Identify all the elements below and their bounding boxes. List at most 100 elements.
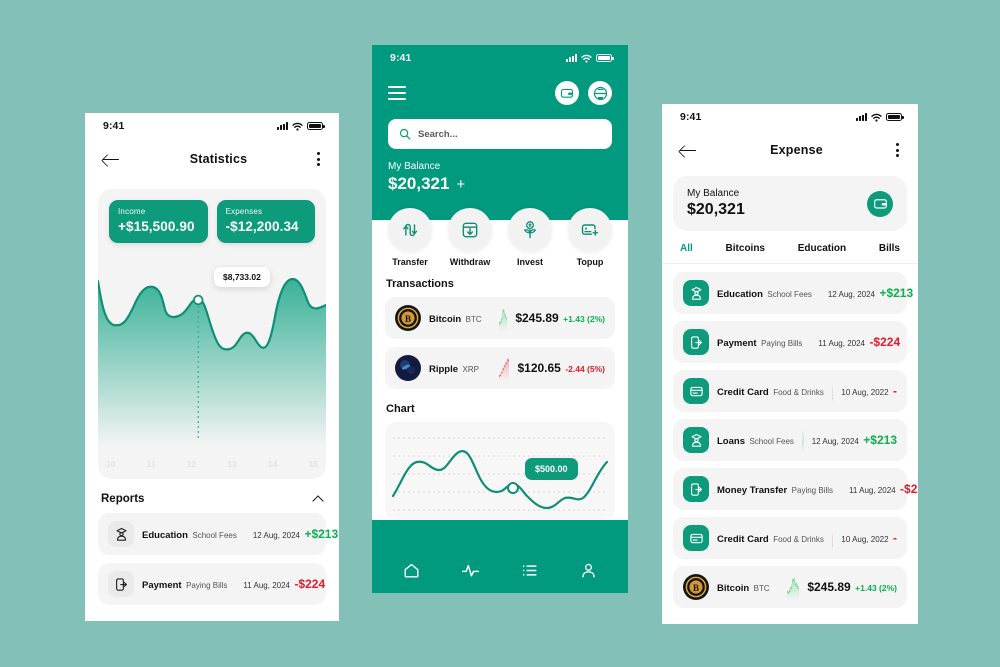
activity-pulse-icon[interactable] xyxy=(451,555,491,585)
graduation-person-icon xyxy=(108,521,134,547)
svg-text:B: B xyxy=(693,583,699,593)
tab-education[interactable]: Education xyxy=(798,243,846,254)
action-label: Withdraw xyxy=(449,257,491,267)
list-item[interactable]: Credit Card Food & Drinks 10 Aug, 2022 - xyxy=(673,517,907,559)
item-subtitle: Paying Bills xyxy=(186,581,228,590)
balance-label: My Balance xyxy=(388,161,441,172)
statistics-panel: Income +$15,500.90 Expenses -$12,200.34 xyxy=(98,189,326,479)
item-date: 11 Aug, 2024 xyxy=(818,339,865,348)
item-date: 12 Aug, 2024 xyxy=(811,437,859,446)
statistics-area-chart: $8,733.02 xyxy=(98,267,326,479)
kebab-menu-icon[interactable] xyxy=(317,152,321,166)
item-date: 10 Aug, 2022 xyxy=(841,388,889,397)
item-amount: - xyxy=(893,384,897,398)
expense-list: Education School Fees 12 Aug, 2024 +$213 xyxy=(662,264,918,608)
item-date: 11 Aug, 2024 xyxy=(849,486,896,495)
tab-bills[interactable]: Bills xyxy=(879,243,900,254)
x-tick: 15 xyxy=(308,459,318,469)
top-navigation: Expense xyxy=(662,130,918,170)
item-date: 10 Aug, 2022 xyxy=(841,535,889,544)
bottom-navigation xyxy=(372,547,628,593)
kebab-menu-icon[interactable] xyxy=(895,143,900,157)
item-subtitle: BTC xyxy=(465,315,482,324)
bitcoin-coin-icon: B xyxy=(683,574,709,600)
scale-balance-icon[interactable] xyxy=(588,81,612,105)
item-title: Bitcoin xyxy=(429,314,462,325)
wifi-icon xyxy=(871,113,882,122)
item-amount: +$213 xyxy=(304,527,339,541)
back-arrow-icon[interactable] xyxy=(680,144,697,157)
item-delta: -2.44 (5%) xyxy=(565,364,605,374)
status-time: 9:41 xyxy=(103,120,125,132)
item-delta: +1.43 (2%) xyxy=(563,314,605,324)
ripple-coin-icon xyxy=(395,355,421,381)
item-title: Money Transfer xyxy=(717,485,788,496)
action-withdraw[interactable]: Withdraw xyxy=(448,208,492,267)
expenses-label: Expenses xyxy=(225,207,263,216)
item-title: Payment xyxy=(717,338,757,349)
tab-bitcoins[interactable]: Bitcoins xyxy=(726,243,765,254)
action-transfer[interactable]: Transfer xyxy=(388,208,432,267)
reports-title: Reports xyxy=(101,493,145,505)
signal-bars-icon xyxy=(277,122,288,130)
topup-card-plus-icon xyxy=(568,208,612,252)
sparkline-up xyxy=(801,427,804,453)
credit-card-icon xyxy=(683,378,709,404)
item-date: 12 Aug, 2024 xyxy=(827,290,875,299)
sparkline-down xyxy=(831,525,834,551)
wallet-icon[interactable] xyxy=(867,190,893,217)
page-title: Statistics xyxy=(189,152,248,166)
balance-label: My Balance xyxy=(687,188,740,199)
hamburger-menu-icon[interactable] xyxy=(388,86,406,100)
profile-person-icon[interactable] xyxy=(569,555,609,585)
item-date: 11 Aug, 2024 xyxy=(243,581,290,590)
action-label: Invest xyxy=(516,257,543,267)
sparkline-down xyxy=(831,378,834,404)
bitcoin-coin-icon: B xyxy=(395,305,421,331)
list-item[interactable]: Education School Fees 12 Aug, 2024 +$213 xyxy=(98,513,338,555)
plus-icon[interactable]: + xyxy=(456,176,465,193)
expenses-card[interactable]: Expenses -$12,200.34 xyxy=(216,200,315,243)
chart-title: Chart xyxy=(386,403,415,415)
item-price: $245.89 xyxy=(807,580,851,594)
list-item[interactable]: Money Transfer Paying Bills 11 Aug, 2024… xyxy=(673,468,918,510)
x-tick: 11 xyxy=(146,459,156,469)
sparkline-up xyxy=(499,305,508,331)
wifi-icon xyxy=(581,54,592,63)
graduation-person-icon xyxy=(683,427,709,453)
list-item[interactable]: Loans School Fees 12 Aug, 2024 +$213 xyxy=(673,419,907,461)
list-item[interactable]: Credit Card Food & Drinks 10 Aug, 2022 - xyxy=(673,370,907,412)
list-item[interactable]: Payment Paying Bills 11 Aug, 2024 -$224 xyxy=(98,563,326,605)
search-placeholder: Search... xyxy=(418,128,458,140)
chevron-up-icon[interactable] xyxy=(313,496,323,502)
item-title: Loans xyxy=(717,436,745,447)
item-title: Credit Card xyxy=(717,534,769,545)
sparkline-down xyxy=(499,355,510,381)
x-tick: 14 xyxy=(267,459,278,469)
item-amount: -$224 xyxy=(869,335,901,349)
item-amount: -$224 xyxy=(900,482,918,496)
tab-all[interactable]: All xyxy=(680,243,693,254)
item-title: Payment xyxy=(142,580,182,591)
list-item[interactable]: Education School Fees 12 Aug, 2024 +$213 xyxy=(673,272,913,314)
list-item[interactable]: B Bitcoin BTC $245.89 +1.43 (2%) xyxy=(673,566,907,608)
list-item[interactable]: Payment Paying Bills 11 Aug, 2024 -$224 xyxy=(673,321,907,363)
item-amount: +$213 xyxy=(879,286,914,300)
income-card[interactable]: Income +$15,500.90 xyxy=(109,200,208,243)
action-invest[interactable]: Invest xyxy=(508,208,552,267)
svg-text:B: B xyxy=(405,314,411,324)
list-item[interactable]: Ripple XRP $120.65 -2.44 (5%) xyxy=(385,347,615,389)
phone-transfer-icon xyxy=(683,329,709,355)
item-subtitle: Food & Drinks xyxy=(773,388,824,397)
list-item[interactable]: B Bitcoin BTC $245.89 +1.43 (2%) xyxy=(385,297,615,339)
item-title: Ripple xyxy=(429,364,459,375)
action-topup[interactable]: Topup xyxy=(568,208,612,267)
item-date: 12 Aug, 2024 xyxy=(252,531,300,540)
list-icon[interactable] xyxy=(510,555,550,585)
wallet-icon[interactable] xyxy=(555,81,579,105)
wifi-icon xyxy=(292,122,303,131)
back-arrow-icon[interactable] xyxy=(103,153,120,166)
item-subtitle: School Fees xyxy=(767,290,812,299)
search-input[interactable]: Search... xyxy=(388,119,612,149)
home-icon[interactable] xyxy=(392,555,432,585)
